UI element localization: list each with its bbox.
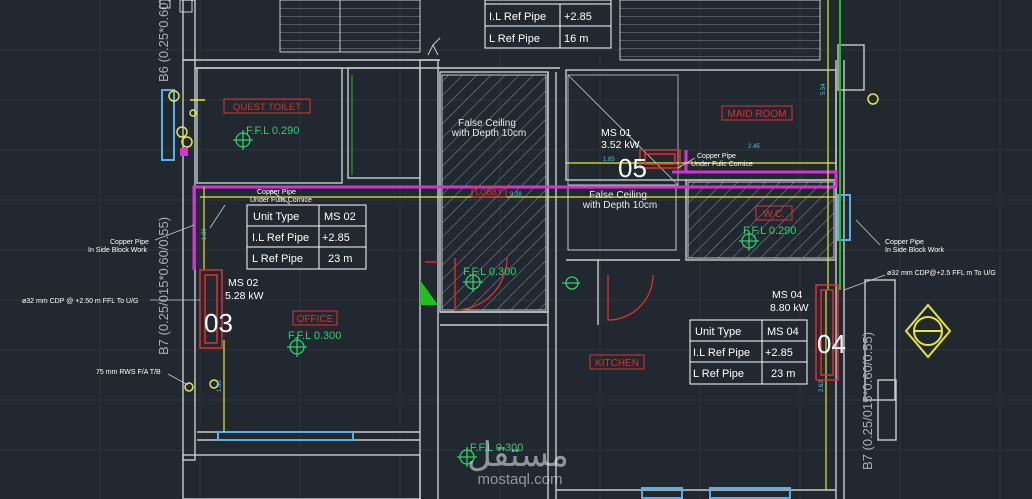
room-kitchen: KITCHEN xyxy=(595,358,639,369)
north-arrow-icon xyxy=(904,303,952,359)
ceiling-left-line2: with Depth 10cm xyxy=(451,128,526,139)
watermark-url: mostaql.com xyxy=(477,471,562,488)
table-right-r2-c0: L Ref Pipe xyxy=(693,368,744,380)
table-right-r2-c1: 23 m xyxy=(771,368,795,380)
note-copper-cornice-2a: Copper Pipe xyxy=(697,153,736,160)
note-copper-cornice-1b: Under Fulic Cornice xyxy=(250,197,312,204)
spec-table-top: I.L Ref Pipe +2.85 L Ref Pipe 16 m xyxy=(484,0,612,49)
note-copper-side-left-a: Copper Pipe xyxy=(110,239,149,246)
note-copper-side-left-b: In Side Block Work xyxy=(88,247,148,254)
level-lobby: F.F.L 0.300 xyxy=(463,266,516,278)
spec-table-left: Unit Type MS 02 I.L Ref Pipe +2.85 L Ref… xyxy=(246,204,367,270)
note-cdp-right: ø32 mm CDP@+2.5 FFL m To U/G xyxy=(887,270,996,277)
note-copper-side-right-b: In Side Block Work xyxy=(885,247,945,254)
table-left-r2-c1: 23 m xyxy=(328,253,352,265)
unit-ms02-name: MS 02 xyxy=(228,277,259,289)
note-copper-cornice-1a: Copper Pipe xyxy=(257,189,296,196)
dim-7: 9.38 xyxy=(510,192,522,198)
dim-2: 1.80 xyxy=(217,380,223,392)
note-cdp-left: ø32 mm CDP @ +2.50 m FFL To U/G xyxy=(22,298,138,305)
green-door-marker xyxy=(420,280,438,305)
room-lobby: LOBBY xyxy=(476,188,503,197)
beam-b6: B6 (0.25*0.60) xyxy=(156,0,171,82)
table-left-r1-c1: +2.85 xyxy=(322,232,350,244)
table-top-r0-c1: +2.85 xyxy=(564,11,592,23)
room-maid-room: MAID ROOM xyxy=(728,109,787,120)
unit-tag-03: 03 xyxy=(204,308,233,338)
unit-ms01-name: MS 01 xyxy=(601,127,632,139)
level-wc: F.F.L 0.290 xyxy=(743,225,796,237)
level-office: F.F.L 0.300 xyxy=(288,330,341,342)
unit-ms04-kw: 8.80 kW xyxy=(770,302,809,314)
room-office: OFFICE xyxy=(297,314,334,325)
spec-table-right: Unit Type MS 04 I.L Ref Pipe +2.85 L Ref… xyxy=(689,319,808,385)
dim-4: 2.45 xyxy=(748,144,760,150)
unit-tag-04: 04 xyxy=(817,329,846,359)
table-left-r2-c0: L Ref Pipe xyxy=(252,253,303,265)
table-left-r0-c1: MS 02 xyxy=(324,211,356,223)
level-guest-toilet: F.F.L 0.290 xyxy=(246,125,299,137)
table-left-r1-c0: I.L Ref Pipe xyxy=(252,232,309,244)
table-right-r1-c0: I.L Ref Pipe xyxy=(693,347,750,359)
unit-ms04-name: MS 04 xyxy=(772,289,803,301)
table-right-r0-c0: Unit Type xyxy=(695,326,741,338)
note-rws: 75 mm RWS F/A T/B xyxy=(96,369,161,376)
beam-b7-left: B7 (0.25/015*0.60/0.55) xyxy=(156,217,171,355)
dim-6: 5.54 xyxy=(821,83,827,95)
table-top-r1-c1: 16 m xyxy=(564,33,588,45)
table-right-r0-c1: MS 04 xyxy=(767,326,799,338)
table-right-r1-c1: +2.85 xyxy=(765,347,793,359)
cad-drawing-canvas[interactable]: QUEST TOILET MAID ROOM OFFICE KITCHEN W.… xyxy=(0,0,1032,499)
watermark-logo: مستقل mostaql.com xyxy=(467,436,569,488)
beam-b7-right: B7 (0.25/015*0.60/0.55) xyxy=(860,332,875,470)
note-copper-cornice-2b: Under Fulic Cornice xyxy=(691,161,753,168)
dim-1: 1.30 xyxy=(202,228,208,240)
watermark-brand: مستقل xyxy=(467,436,569,474)
magenta-fixture xyxy=(180,148,188,156)
dim-5: 1.85 xyxy=(603,157,615,163)
dim-3: 2.62 xyxy=(819,380,825,392)
unit-ms01-kw: 3.52 kW xyxy=(601,139,640,151)
room-wc: W.C. xyxy=(763,209,785,220)
unit-tag-05: 05 xyxy=(618,153,647,183)
unit-ms02-kw: 5.28 kW xyxy=(225,290,264,302)
table-top-r0-c0: I.L Ref Pipe xyxy=(489,11,546,23)
ceiling-right-line2: with Depth 10cm xyxy=(582,200,657,211)
room-guest-toilet: QUEST TOILET xyxy=(233,102,301,113)
note-copper-side-right-a: Copper Pipe xyxy=(885,239,924,246)
table-left-r0-c0: Unit Type xyxy=(253,211,299,223)
table-top-r1-c0: L Ref Pipe xyxy=(489,33,540,45)
